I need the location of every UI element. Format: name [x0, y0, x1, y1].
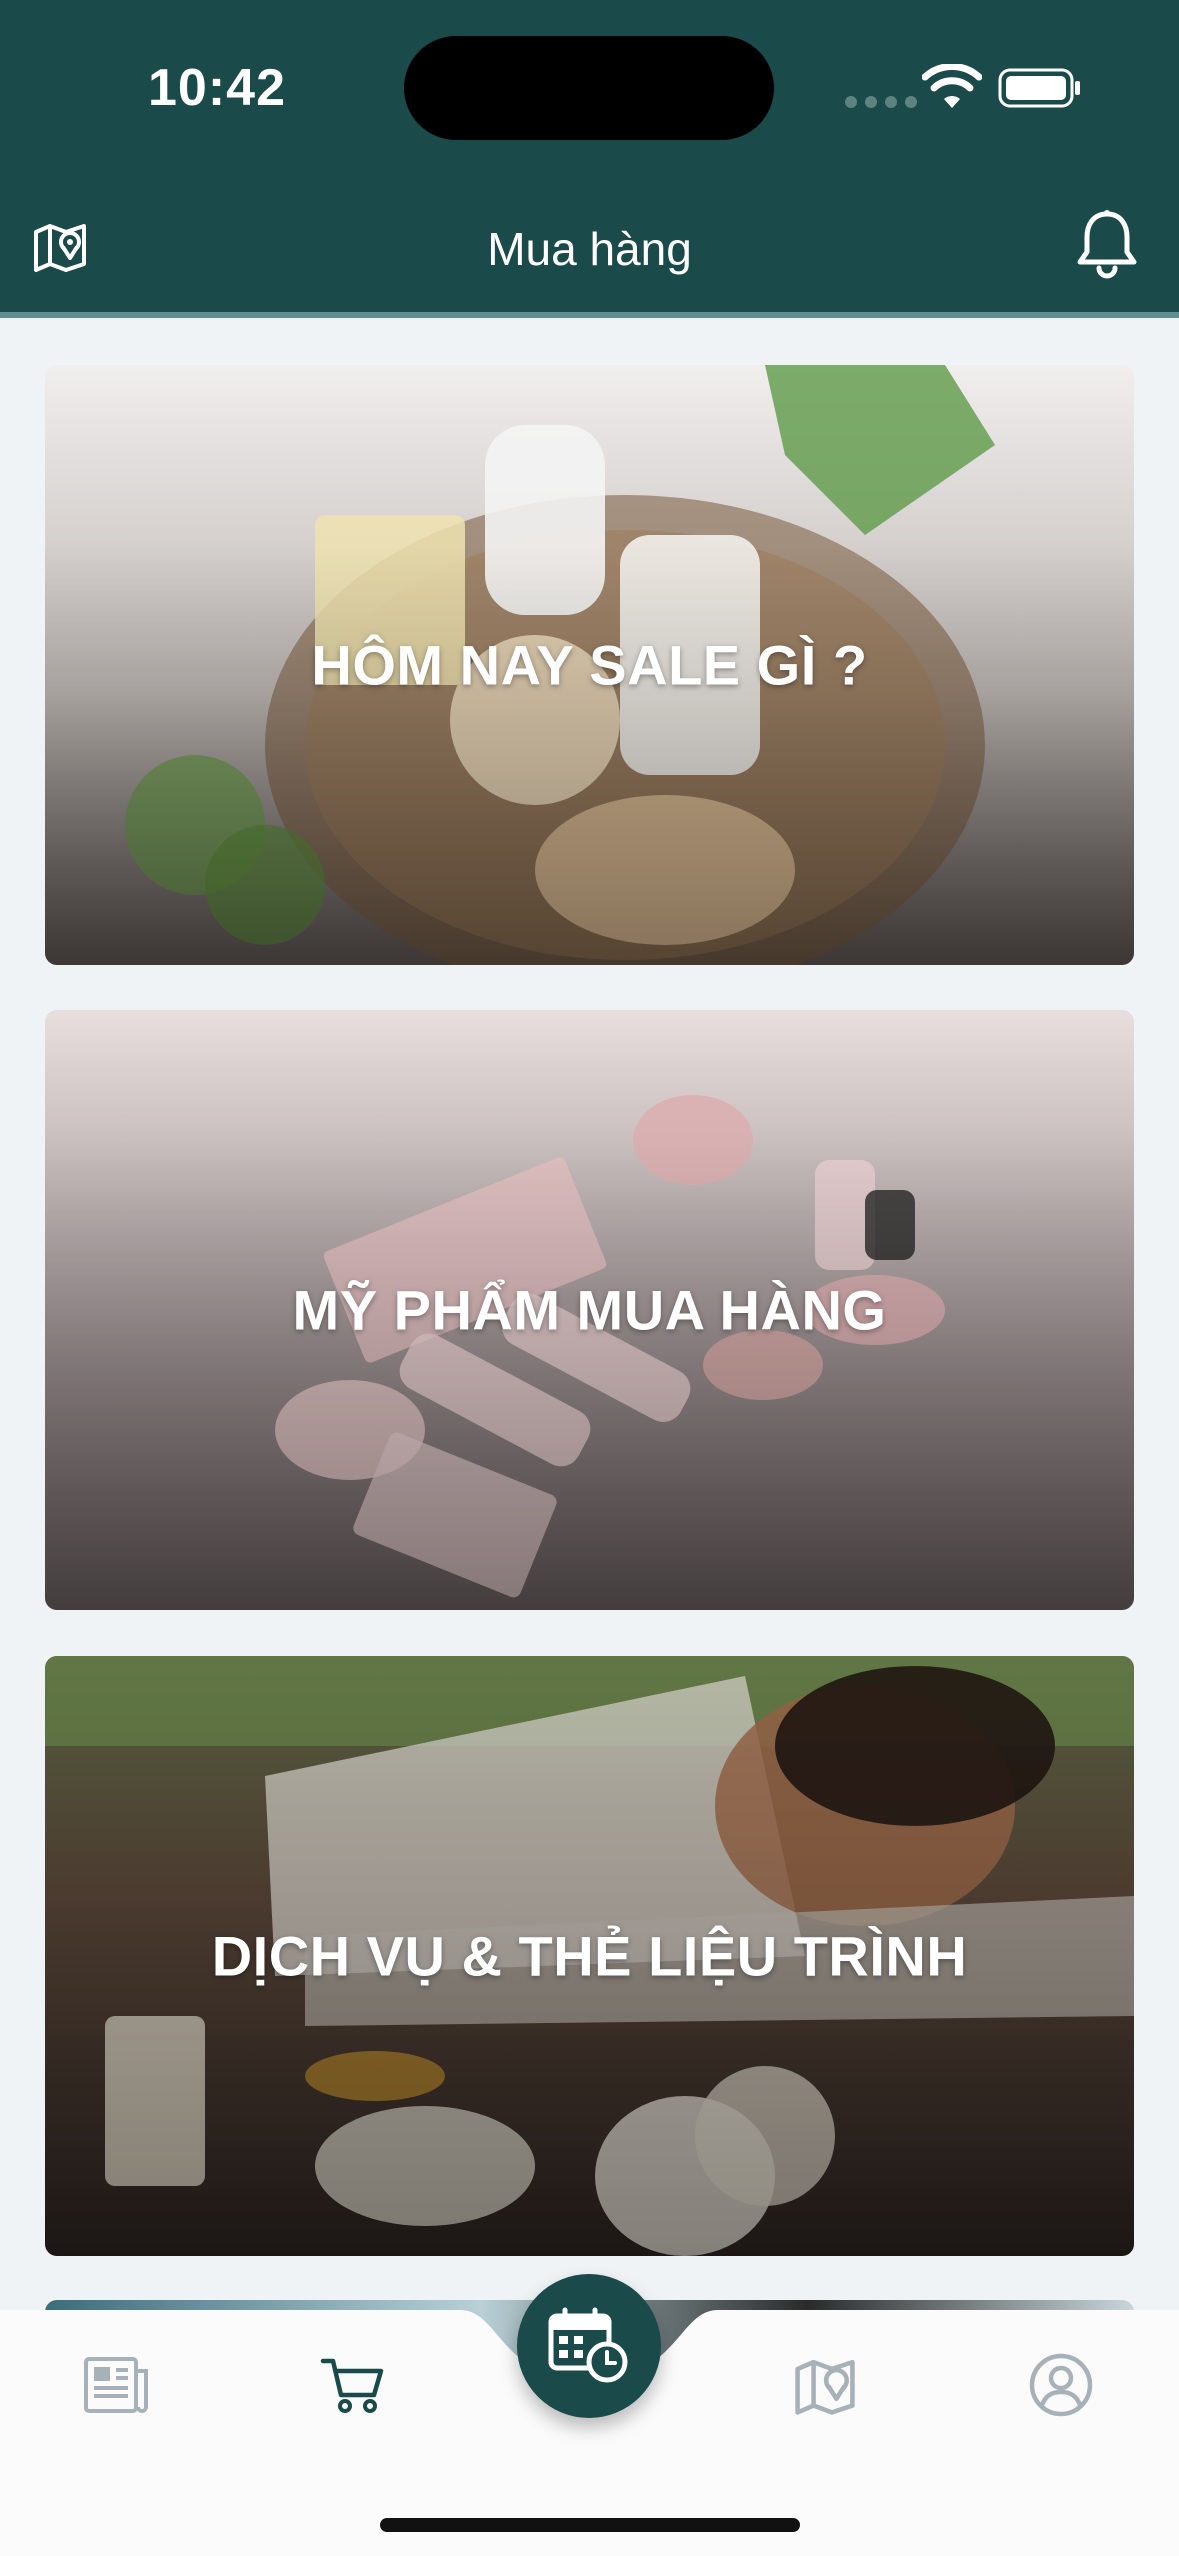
services-card[interactable]: DỊCH VỤ & THẺ LIỆU TRÌNH — [45, 1656, 1134, 2256]
newspaper-icon — [84, 2357, 148, 2413]
card-label: DỊCH VỤ & THẺ LIỆU TRÌNH — [211, 1924, 968, 1988]
battery-icon — [998, 68, 1080, 108]
dynamic-island — [404, 36, 774, 140]
nav-map[interactable] — [780, 2340, 870, 2430]
nav-cart[interactable] — [308, 2340, 398, 2430]
sale-today-card[interactable]: HÔM NAY SALE GÌ ? — [45, 365, 1134, 965]
nav-profile[interactable] — [1016, 2340, 1106, 2430]
bell-icon[interactable] — [1074, 208, 1140, 280]
app-header: 10:42 Mua hàng — [0, 0, 1179, 318]
purchase-screen: 10:42 Mua hàng HÔM NAY SALE GÌ ? MỸ PHẨM… — [0, 0, 1179, 2556]
booking-button[interactable] — [517, 2274, 661, 2418]
cellular-signal-icon — [845, 96, 917, 108]
wifi-icon — [922, 64, 982, 108]
calendar-clock-icon — [548, 2307, 628, 2383]
cosmetics-card[interactable]: MỸ PHẨM MUA HÀNG — [45, 1010, 1134, 1610]
page-title: Mua hàng — [487, 223, 692, 275]
status-time: 10:42 — [148, 59, 286, 117]
card-label: HÔM NAY SALE GÌ ? — [311, 633, 868, 697]
user-circle-icon — [1029, 2353, 1093, 2417]
card-label: MỸ PHẨM MUA HÀNG — [292, 1278, 887, 1342]
map-pin-icon — [795, 2359, 855, 2415]
cart-icon — [320, 2358, 384, 2413]
home-indicator — [380, 2518, 800, 2532]
nav-news[interactable] — [72, 2340, 162, 2430]
